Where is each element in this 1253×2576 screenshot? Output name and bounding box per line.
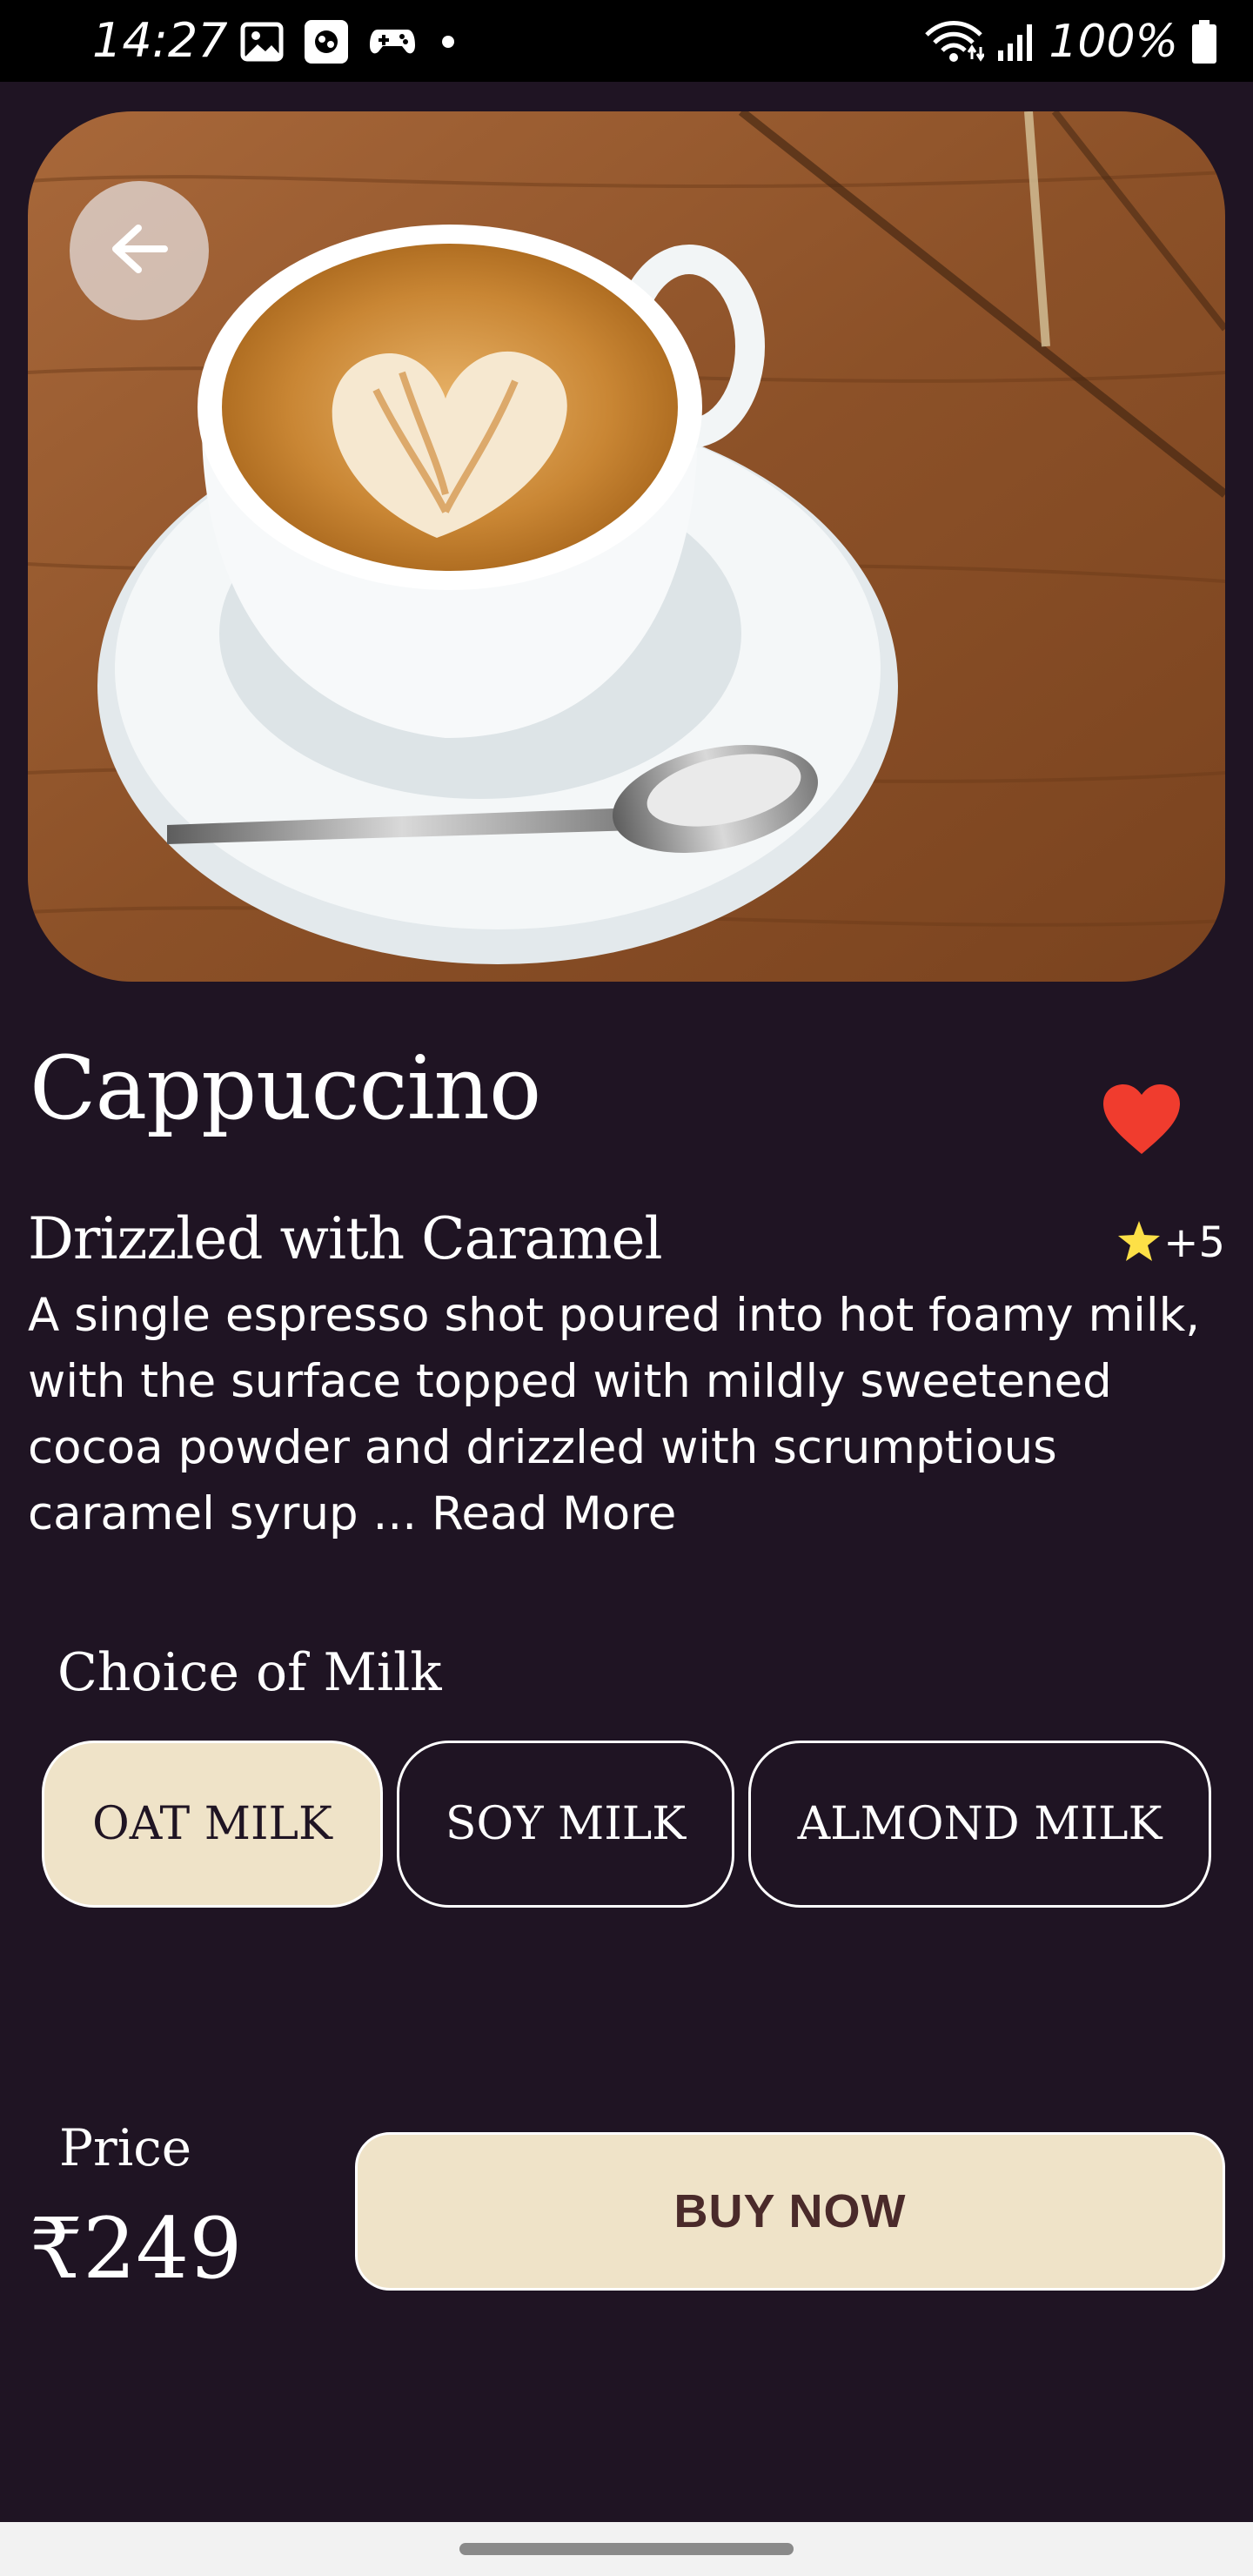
rating-text: +5 xyxy=(1163,1218,1225,1267)
read-more-link[interactable]: Read More xyxy=(432,1487,676,1540)
battery-icon xyxy=(1190,19,1218,64)
home-indicator[interactable] xyxy=(459,2543,794,2555)
signal-icon xyxy=(996,21,1036,63)
status-time: 14:27 xyxy=(92,13,228,68)
status-bar: 14:27 100% xyxy=(0,0,1253,82)
rating: +5 xyxy=(1116,1213,1225,1272)
milk-choice-label: Choice of Milk xyxy=(57,1642,442,1703)
milk-option-oat[interactable]: OAT MILK xyxy=(42,1741,383,1908)
milk-option-soy[interactable]: SOY MILK xyxy=(397,1741,734,1908)
back-button[interactable] xyxy=(70,181,209,320)
app-icon xyxy=(303,18,350,65)
battery-percentage: 100% xyxy=(1049,16,1178,68)
product-subtitle: Drizzled with Caramel xyxy=(28,1205,663,1272)
price-value: ₹249 xyxy=(30,2200,243,2298)
product-description: A single espresso shot poured into hot f… xyxy=(28,1283,1229,1547)
heart-icon xyxy=(1102,1084,1182,1159)
gallery-icon xyxy=(240,22,284,62)
favorite-button[interactable] xyxy=(1102,1083,1182,1156)
product-title: Cappuccino xyxy=(30,1037,541,1139)
wifi-icon xyxy=(923,19,985,64)
status-system-icons: 100% xyxy=(923,16,1218,68)
star-icon xyxy=(1116,1219,1162,1267)
status-notification-icons xyxy=(240,19,461,64)
arrow-left-icon xyxy=(109,223,170,279)
gamepad-icon xyxy=(369,24,416,59)
milk-option-almond[interactable]: ALMOND MILK xyxy=(748,1741,1211,1908)
dot-icon xyxy=(435,33,461,50)
buy-now-button[interactable]: BUY NOW xyxy=(355,2132,1225,2291)
price-label: Price xyxy=(59,2118,192,2177)
